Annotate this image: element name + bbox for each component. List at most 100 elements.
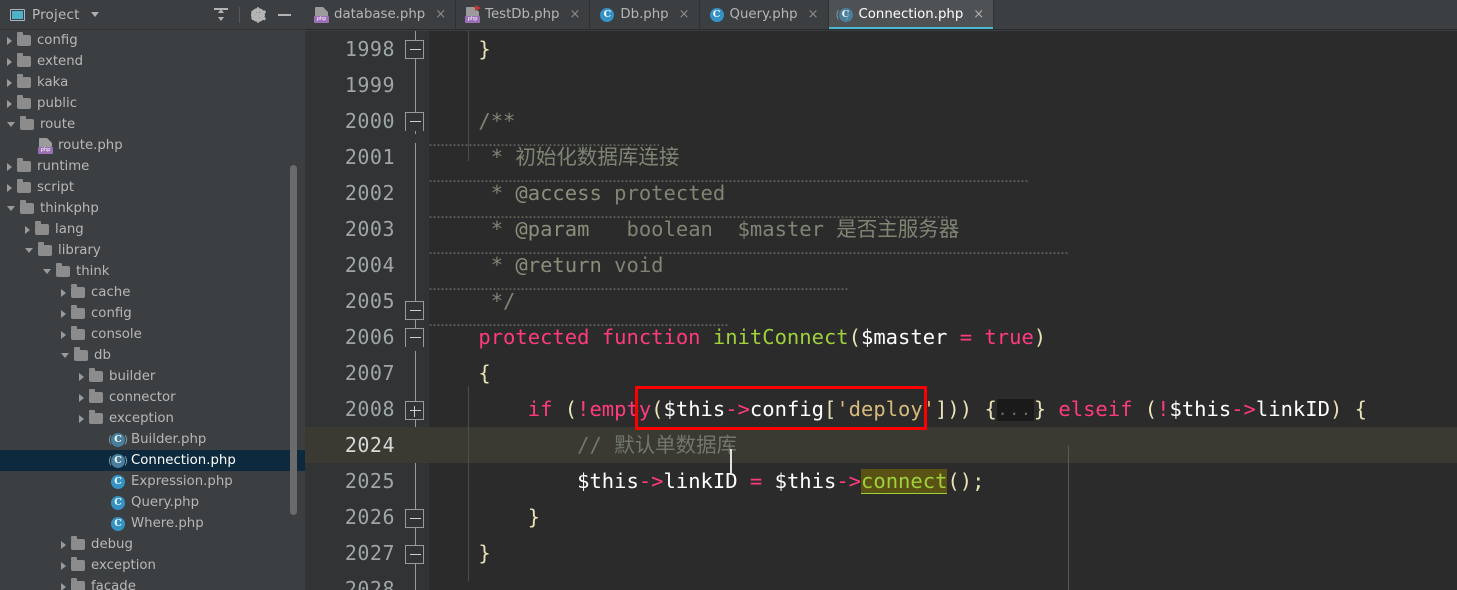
tree-item-extend[interactable]: extend (0, 51, 305, 72)
editor-tab-bar: database.php × TestDb.php × C Db.php × C Query.p… (305, 0, 1457, 30)
tree-item-debug[interactable]: debug (0, 534, 305, 555)
chevron-right-icon[interactable] (61, 582, 66, 590)
tree-item-where-php[interactable]: C Where.php (0, 513, 305, 534)
editor-line-2028[interactable]: 2028 (305, 571, 1457, 590)
close-icon[interactable]: × (570, 8, 581, 21)
chevron-right-icon[interactable] (7, 57, 12, 66)
tree-item-route-php[interactable]: route.php (0, 135, 305, 156)
editor-line-2024[interactable]: 2024 // 默认单数据库 (305, 427, 1457, 463)
editor-line-2025[interactable]: 2025 $this->linkID = $this->connect(); (305, 463, 1457, 499)
line-number: 2008 (305, 391, 401, 427)
php-abstract-class-icon: () C (108, 453, 128, 468)
tree-item-kaka[interactable]: kaka (0, 72, 305, 93)
chevron-right-icon[interactable] (61, 330, 66, 339)
chevron-right-icon[interactable] (79, 393, 84, 402)
php-class-icon: C (111, 495, 131, 510)
code-editor[interactable]: 1998 } 1999 2000 /** 2001 * 初始化数据库连接 2002 * … (305, 31, 1457, 590)
folder-icon (71, 284, 85, 298)
tree-item-label: extend (37, 54, 84, 69)
tree-item-builder[interactable]: builder (0, 366, 305, 387)
chevron-right-icon[interactable] (7, 183, 12, 192)
project-tree-scrollbar[interactable] (290, 0, 301, 560)
tree-item-lang[interactable]: lang (0, 219, 305, 240)
close-icon[interactable]: × (973, 8, 984, 21)
chevron-right-icon[interactable] (61, 288, 66, 297)
close-icon[interactable]: × (435, 8, 446, 21)
editor-line-2008[interactable]: 2008 if (!empty($this->config['deploy'])… (305, 391, 1457, 427)
tree-item-route[interactable]: route (0, 114, 305, 135)
project-panel-toolbar (208, 0, 297, 30)
tree-item-console[interactable]: console (0, 324, 305, 345)
tree-item-expression-php[interactable]: C Expression.php (0, 471, 305, 492)
chevron-right-icon[interactable] (7, 99, 12, 108)
chevron-right-icon[interactable] (7, 162, 12, 171)
folder-icon (71, 578, 85, 590)
collapse-all-button[interactable] (208, 2, 234, 28)
editor-line-2000[interactable]: 2000 /** (305, 103, 1457, 139)
folder-icon (89, 368, 103, 382)
editor-line-1998[interactable]: 1998 } (305, 31, 1457, 67)
chevron-right-icon[interactable] (25, 225, 30, 234)
tree-item-label: route.php (58, 138, 123, 153)
php-class-icon: C (600, 7, 615, 22)
tree-item-config[interactable]: config (0, 303, 305, 324)
tree-item-builder-php[interactable]: () C Builder.php (0, 429, 305, 450)
chevron-right-icon[interactable] (7, 78, 12, 87)
close-icon[interactable]: × (679, 8, 690, 21)
editor-tab-db-php[interactable]: C Db.php × (590, 0, 700, 29)
editor-tab-query-php[interactable]: C Query.php × (700, 0, 829, 29)
chevron-right-icon[interactable] (61, 561, 66, 570)
chevron-right-icon[interactable] (7, 36, 12, 45)
chevron-right-icon[interactable] (79, 414, 84, 423)
chevron-down-icon[interactable] (7, 122, 15, 127)
tree-item-label: builder (109, 369, 156, 384)
editor-tab-connection-php[interactable]: () C Connection.php × (828, 0, 995, 29)
chevron-down-icon[interactable] (25, 248, 33, 253)
close-icon[interactable]: × (808, 8, 819, 21)
tree-item-connection-php[interactable]: () C Connection.php (0, 450, 305, 471)
editor-tab-testdb-php[interactable]: TestDb.php × (456, 0, 591, 29)
editor-tab-database-php[interactable]: database.php × (305, 0, 457, 29)
line-code: if (!empty($this->config['deploy'])) {..… (429, 397, 1367, 421)
project-tree-scrollbar-thumb[interactable] (290, 165, 297, 515)
inspection-squiggle-2001 (429, 179, 1029, 182)
php-class-icon: C (111, 516, 131, 531)
settings-button[interactable] (245, 2, 271, 28)
tree-item-config[interactable]: config (0, 30, 305, 51)
php-abstract-class-icon: () C (836, 7, 853, 22)
tree-item-label: facade (91, 579, 136, 590)
editor-tab-label: TestDb.php (485, 7, 560, 22)
tree-item-public[interactable]: public (0, 93, 305, 114)
project-file-tree[interactable]: config extend kaka public route route.php runt… (0, 30, 305, 590)
tree-item-thinkphp[interactable]: thinkphp (0, 198, 305, 219)
folder-icon (35, 221, 49, 235)
editor-line-2026[interactable]: 2026 } (305, 499, 1457, 535)
folder-icon (56, 263, 70, 277)
tree-item-db[interactable]: db (0, 345, 305, 366)
tree-item-exception[interactable]: exception (0, 408, 305, 429)
editor-line-2007[interactable]: 2007 { (305, 355, 1457, 391)
tree-item-exception[interactable]: exception (0, 555, 305, 576)
chevron-down-icon[interactable] (7, 206, 15, 211)
tree-item-query-php[interactable]: C Query.php (0, 492, 305, 513)
editor-line-2027[interactable]: 2027 } (305, 535, 1457, 571)
chevron-right-icon[interactable] (61, 540, 66, 549)
tree-item-connector[interactable]: connector (0, 387, 305, 408)
chevron-down-icon[interactable] (43, 269, 51, 274)
tree-item-script[interactable]: script (0, 177, 305, 198)
chevron-down-icon[interactable] (61, 353, 69, 358)
editor-line-1999[interactable]: 1999 (305, 67, 1457, 103)
tree-item-think[interactable]: think (0, 261, 305, 282)
tree-item-library[interactable]: library (0, 240, 305, 261)
tree-item-facade[interactable]: facade (0, 576, 305, 590)
tree-item-cache[interactable]: cache (0, 282, 305, 303)
chevron-right-icon[interactable] (61, 309, 66, 318)
toolbar-divider (239, 7, 240, 23)
project-title-group[interactable]: Project (0, 7, 99, 23)
chevron-right-icon[interactable] (79, 372, 84, 381)
tree-item-runtime[interactable]: runtime (0, 156, 305, 177)
chevron-down-icon[interactable] (90, 12, 99, 17)
